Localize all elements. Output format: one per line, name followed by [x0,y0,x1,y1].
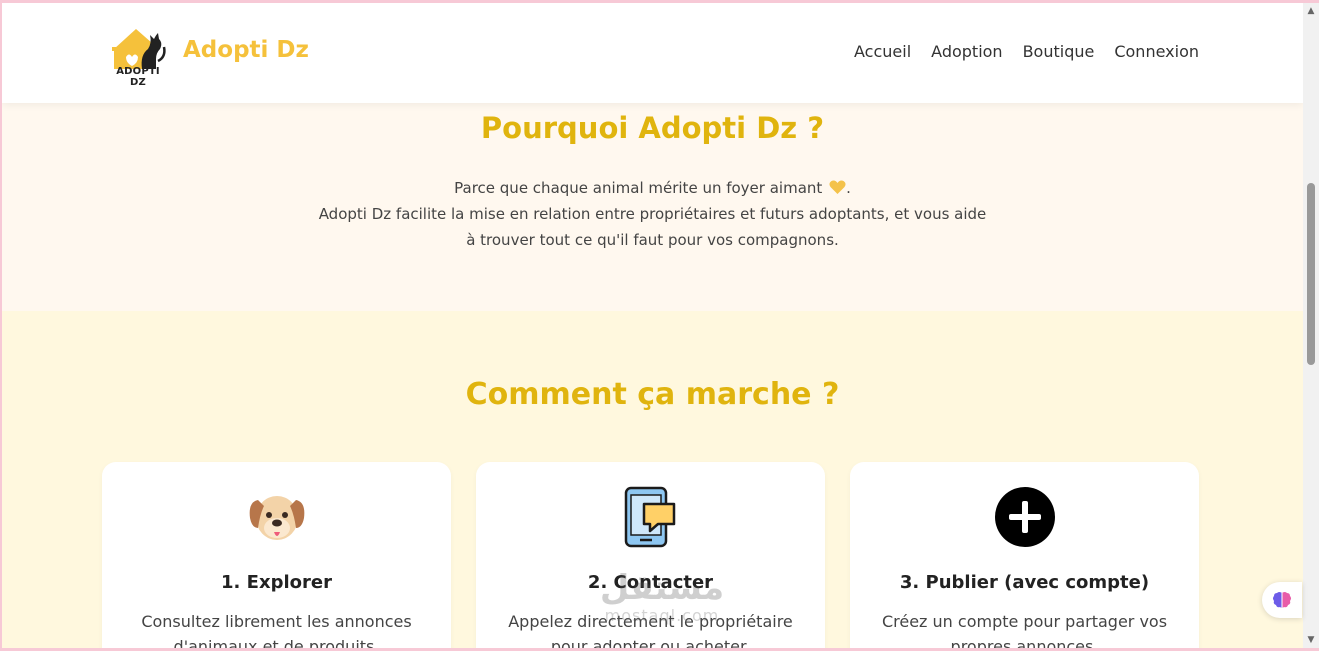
why-title: Pourquoi Adopti Dz ? [480,111,825,145]
scroll-down-arrow-icon[interactable]: ▼ [1303,632,1319,648]
phone-chat-icon [624,486,676,548]
step-title: 3. Publier (avec compte) [899,572,1150,593]
step-description: Consultez librement les annonces d'anima… [141,612,412,648]
vertical-scrollbar[interactable]: ▲ ▼ [1303,3,1319,648]
brain-icon [1273,592,1291,608]
how-title: Comment ça marche ? [465,377,840,412]
why-line-3: à trouver tout ce qu'il faut pour vos co… [466,231,839,249]
why-line-2: Adopti Dz facilite la mise en relation e… [318,205,987,223]
step-title: 2. Contacter [587,572,714,593]
step-title: 1. Explorer [221,572,332,593]
why-description: Parce que chaque animal mérite un foyer … [2,175,1303,253]
yellow-heart-icon [829,180,846,194]
logo-caption: ADOPTI DZ [116,66,160,88]
dog-face-icon [249,496,305,540]
site-header: ADOPTI DZ Adopti Dz Accueil Adoption Bou… [2,3,1303,103]
nav-accueil[interactable]: Accueil [854,42,911,61]
plus-circle-icon [995,487,1055,547]
why-line-1: Parce que chaque animal mérite un foyer … [454,179,823,197]
step-card-contacter[interactable]: 2. Contacter Appelez directement le prop… [476,462,825,648]
main-nav: Accueil Adoption Boutique Connexion [854,42,1199,61]
why-section: Pourquoi Adopti Dz ? Parce que chaque an… [2,103,1303,311]
step-card-explorer[interactable]: 1. Explorer Consultez librement les anno… [102,462,451,648]
step-description: Appelez directement le propriétaire pour… [508,612,793,648]
why-line-1-end: . [846,179,851,197]
page-viewport: ADOPTI DZ Adopti Dz Accueil Adoption Bou… [2,3,1303,648]
nav-boutique[interactable]: Boutique [1023,42,1095,61]
how-section: Comment ça marche ? 1. Explorer Consulte… [2,311,1303,648]
assistant-floating-button[interactable] [1262,582,1302,618]
scroll-up-arrow-icon[interactable]: ▲ [1303,3,1319,19]
nav-connexion[interactable]: Connexion [1114,42,1199,61]
nav-adoption[interactable]: Adoption [931,42,1002,61]
step-card-publier[interactable]: 3. Publier (avec compte) Créez un compte… [850,462,1199,648]
step-description: Créez un compte pour partager vos propre… [881,612,1168,648]
brand-name[interactable]: Adopti Dz [183,37,309,63]
scroll-thumb[interactable] [1307,183,1315,365]
